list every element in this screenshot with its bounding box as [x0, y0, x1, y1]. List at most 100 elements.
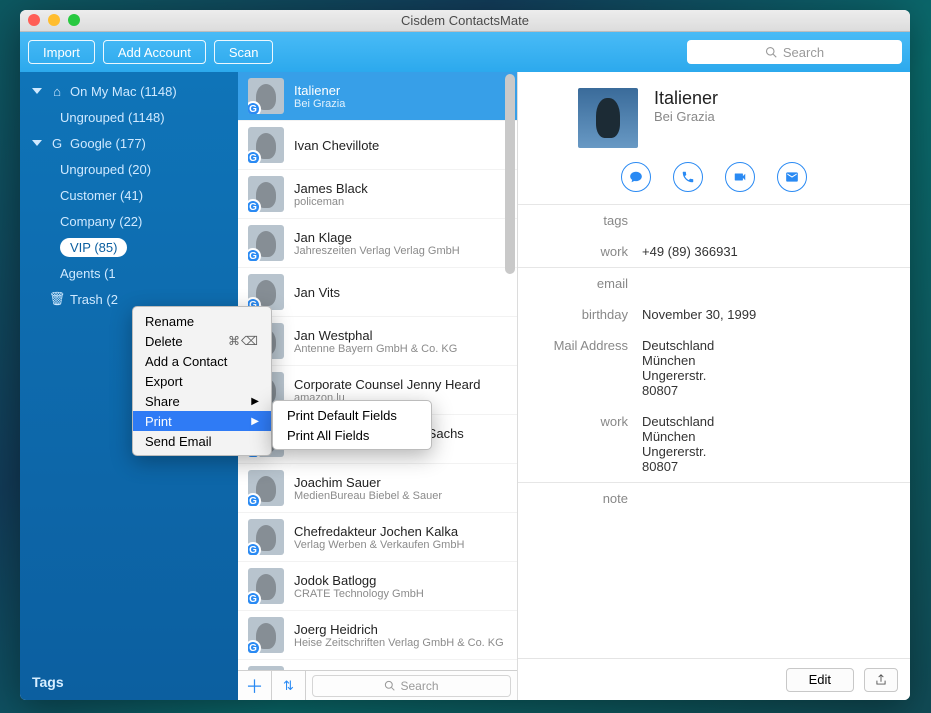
context-menu-item[interactable]: Share▶	[133, 391, 271, 411]
submenu-arrow-icon: ▶	[251, 396, 259, 407]
contact-item-name: Corporate Counsel Jenny Heard	[294, 377, 480, 392]
import-button[interactable]: Import	[28, 40, 95, 64]
context-menu-label: Export	[145, 374, 183, 389]
contact-item-name: Jan Klage	[294, 230, 460, 245]
detail-field-label: email	[532, 276, 642, 291]
menu-shortcut: ⌘⌫	[228, 334, 259, 348]
contact-list-item[interactable]: GJoachim SauerMedienBureau Biebel & Saue…	[238, 464, 517, 513]
detail-field-label: birthday	[532, 307, 642, 322]
sidebar-item[interactable]: VIP (85)	[20, 234, 238, 260]
app-window: Cisdem ContactsMate Import Add Account S…	[20, 10, 910, 700]
minimize-window-button[interactable]	[48, 14, 60, 26]
email-button[interactable]	[777, 162, 807, 192]
contacts-search-input[interactable]: Search	[312, 675, 511, 697]
submenu-label: Print All Fields	[287, 428, 369, 443]
add-account-button[interactable]: Add Account	[103, 40, 206, 64]
contact-item-name: James Black	[294, 181, 368, 196]
context-menu-item[interactable]: Rename	[133, 311, 271, 331]
google-badge-icon: G	[248, 542, 261, 555]
sidebar-item[interactable]: Agents (1	[20, 260, 238, 286]
sidebar-item[interactable]: Company (22)	[20, 208, 238, 234]
detail-field-row: email	[518, 268, 910, 299]
google-badge-icon: G	[248, 640, 261, 653]
sort-contacts-button[interactable]: ⇅	[272, 671, 306, 701]
contacts-footer: ＋ ⇅ Search	[238, 670, 517, 700]
sidebar-tags-header[interactable]: Tags	[20, 664, 238, 700]
sidebar-item-label: Ungrouped (1148)	[60, 110, 165, 125]
detail-field-label: work	[532, 244, 642, 259]
detail-field-row: tags	[518, 205, 910, 236]
contact-item-name: Italiener	[294, 83, 345, 98]
call-button[interactable]	[673, 162, 703, 192]
sidebar-item-label: Agents (1	[60, 266, 116, 281]
contact-list-item[interactable]: G ItalienerBei Grazia	[238, 72, 517, 121]
contact-list-item[interactable]: GJoerg HeidrichHeise Zeitschriften Verla…	[238, 611, 517, 660]
contact-list-item[interactable]: GJoerg SoehringLatham & Watkins Schön No…	[238, 660, 517, 670]
context-menu: Rename Delete⌘⌫ Add a Contact Export Share▶P…	[132, 306, 272, 456]
video-button[interactable]	[725, 162, 755, 192]
scan-button[interactable]: Scan	[214, 40, 274, 64]
close-window-button[interactable]	[28, 14, 40, 26]
trash-icon: 🗑	[50, 291, 64, 307]
sidebar-item[interactable]: Customer (41)	[20, 182, 238, 208]
contacts-scrollbar[interactable]	[505, 74, 515, 274]
sidebar-item[interactable]: Ungrouped (1148)	[20, 104, 238, 130]
contact-list-item[interactable]: G Ivan Chevillote	[238, 121, 517, 170]
contact-name: Italiener	[654, 88, 718, 109]
contact-avatar-thumb: G	[248, 127, 284, 163]
detail-field-value: November 30, 1999	[642, 307, 756, 322]
detail-field-label: tags	[532, 213, 642, 228]
detail-field-label: Mail Address	[532, 338, 642, 398]
google-badge-icon: G	[248, 591, 261, 604]
google-badge-icon: G	[248, 248, 261, 261]
window-controls	[28, 14, 80, 26]
context-menu-item[interactable]: Print▶	[133, 411, 271, 431]
sidebar-group[interactable]: ⌂On My Mac (1148)	[20, 78, 238, 104]
contact-list-item[interactable]: GJodok BatloggCRATE Technology GmbH	[238, 562, 517, 611]
print-submenu: Print Default Fields Print All Fields	[272, 400, 432, 450]
contact-subtitle: Bei Grazia	[654, 109, 718, 124]
detail-field-value: +49 (89) 366931	[642, 244, 738, 259]
contact-avatar-thumb: G	[248, 78, 284, 114]
context-menu-item[interactable]: Delete⌘⌫	[133, 331, 271, 351]
context-menu-item[interactable]: Add a Contact	[133, 351, 271, 371]
google-icon: G	[50, 136, 64, 151]
contact-list-item[interactable]: GJan Vits	[238, 268, 517, 317]
submenu-item[interactable]: Print Default Fields	[273, 405, 431, 425]
submenu-item[interactable]: Print All Fields	[273, 425, 431, 445]
context-menu-label: Rename	[145, 314, 194, 329]
mac-icon: ⌂	[50, 84, 64, 99]
toolbar-search-input[interactable]: Search	[687, 40, 902, 64]
contact-item-sub: Bei Grazia	[294, 98, 345, 110]
contact-item-name: Ivan Chevillote	[294, 138, 379, 153]
contact-avatar-thumb: G	[248, 274, 284, 310]
contact-item-name: Joachim Sauer	[294, 475, 442, 490]
share-contact-button[interactable]	[864, 668, 898, 692]
context-menu-label: Add a Contact	[145, 354, 227, 369]
message-button[interactable]	[621, 162, 651, 192]
sidebar-group[interactable]: G Google (177)	[20, 130, 238, 156]
edit-contact-button[interactable]: Edit	[786, 668, 854, 692]
sidebar-item[interactable]: Ungrouped (20)	[20, 156, 238, 182]
contact-avatar-thumb: G	[248, 568, 284, 604]
maximize-window-button[interactable]	[68, 14, 80, 26]
contact-list-item[interactable]: GJan WestphalAntenne Bayern GmbH & Co. K…	[238, 317, 517, 366]
detail-field-row: birthdayNovember 30, 1999	[518, 299, 910, 330]
contact-item-name: Jan Westphal	[294, 328, 457, 343]
sidebar-item-label: Company (22)	[60, 214, 142, 229]
submenu-arrow-icon: ▶	[251, 416, 259, 427]
contact-list-item[interactable]: GJan KlageJahreszeiten Verlag Verlag Gmb…	[238, 219, 517, 268]
google-badge-icon: G	[248, 493, 261, 506]
contact-list-item[interactable]: GJames Blackpoliceman	[238, 170, 517, 219]
search-icon	[765, 46, 777, 58]
context-menu-item[interactable]: Send Email	[133, 431, 271, 451]
sidebar-group-label: Trash (2	[70, 292, 118, 307]
contact-item-sub: CRATE Technology GmbH	[294, 588, 424, 600]
context-menu-item[interactable]: Export	[133, 371, 271, 391]
contacts-column: GItalienerBei GraziaGIvan ChevilloteGJam…	[238, 72, 518, 700]
contacts-search-placeholder: Search	[400, 679, 438, 693]
contact-list-item[interactable]: GChefredakteur Jochen KalkaVerlag Werben…	[238, 513, 517, 562]
contact-item-sub: Antenne Bayern GmbH & Co. KG	[294, 343, 457, 355]
add-contact-button[interactable]: ＋	[238, 671, 272, 701]
sidebar-group-label: Google (177)	[70, 136, 146, 151]
